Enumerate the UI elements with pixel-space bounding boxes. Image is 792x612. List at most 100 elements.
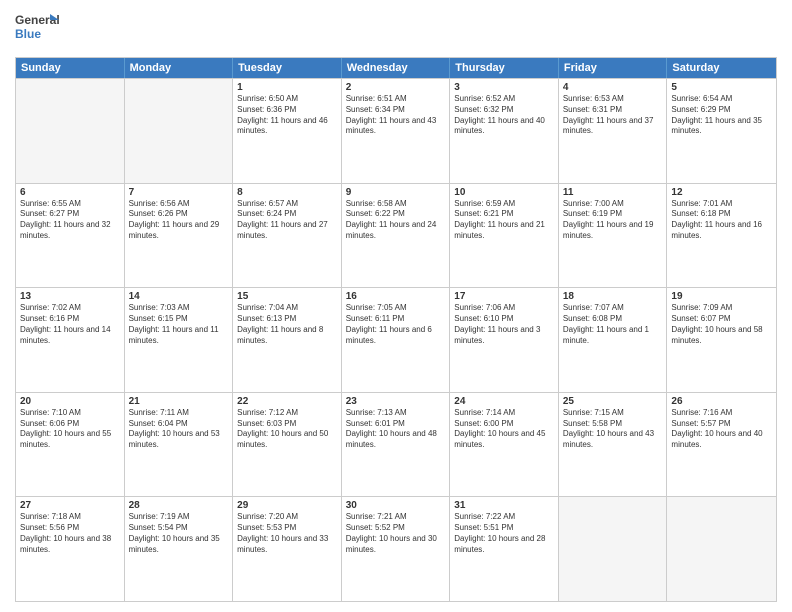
day-info: Sunrise: 7:16 AM Sunset: 5:57 PM Dayligh… [671, 408, 772, 451]
header-day-tuesday: Tuesday [233, 58, 342, 78]
day-number: 7 [129, 187, 229, 198]
header-day-monday: Monday [125, 58, 234, 78]
day-number: 1 [237, 82, 337, 93]
header-day-sunday: Sunday [16, 58, 125, 78]
day-info: Sunrise: 7:14 AM Sunset: 6:00 PM Dayligh… [454, 408, 554, 451]
day-cell-14: 14Sunrise: 7:03 AM Sunset: 6:15 PM Dayli… [125, 288, 234, 392]
day-number: 20 [20, 396, 120, 407]
day-info: Sunrise: 7:02 AM Sunset: 6:16 PM Dayligh… [20, 303, 120, 346]
day-cell-16: 16Sunrise: 7:05 AM Sunset: 6:11 PM Dayli… [342, 288, 451, 392]
day-cell-2: 2Sunrise: 6:51 AM Sunset: 6:34 PM Daylig… [342, 79, 451, 183]
page: General Blue SundayMondayTuesdayWednesda… [0, 0, 792, 612]
day-cell-1: 1Sunrise: 6:50 AM Sunset: 6:36 PM Daylig… [233, 79, 342, 183]
day-cell-6: 6Sunrise: 6:55 AM Sunset: 6:27 PM Daylig… [16, 184, 125, 288]
day-info: Sunrise: 7:22 AM Sunset: 5:51 PM Dayligh… [454, 512, 554, 555]
header-day-saturday: Saturday [667, 58, 776, 78]
day-cell-20: 20Sunrise: 7:10 AM Sunset: 6:06 PM Dayli… [16, 393, 125, 497]
empty-cell [16, 79, 125, 183]
day-cell-19: 19Sunrise: 7:09 AM Sunset: 6:07 PM Dayli… [667, 288, 776, 392]
day-info: Sunrise: 7:07 AM Sunset: 6:08 PM Dayligh… [563, 303, 663, 346]
day-number: 11 [563, 187, 663, 198]
calendar: SundayMondayTuesdayWednesdayThursdayFrid… [15, 57, 777, 602]
day-info: Sunrise: 7:03 AM Sunset: 6:15 PM Dayligh… [129, 303, 229, 346]
day-info: Sunrise: 6:50 AM Sunset: 6:36 PM Dayligh… [237, 94, 337, 137]
day-number: 2 [346, 82, 446, 93]
day-cell-4: 4Sunrise: 6:53 AM Sunset: 6:31 PM Daylig… [559, 79, 668, 183]
day-cell-22: 22Sunrise: 7:12 AM Sunset: 6:03 PM Dayli… [233, 393, 342, 497]
day-cell-27: 27Sunrise: 7:18 AM Sunset: 5:56 PM Dayli… [16, 497, 125, 601]
day-cell-29: 29Sunrise: 7:20 AM Sunset: 5:53 PM Dayli… [233, 497, 342, 601]
calendar-header: SundayMondayTuesdayWednesdayThursdayFrid… [16, 58, 776, 78]
day-cell-21: 21Sunrise: 7:11 AM Sunset: 6:04 PM Dayli… [125, 393, 234, 497]
day-number: 15 [237, 291, 337, 302]
day-info: Sunrise: 7:01 AM Sunset: 6:18 PM Dayligh… [671, 199, 772, 242]
day-info: Sunrise: 7:06 AM Sunset: 6:10 PM Dayligh… [454, 303, 554, 346]
day-cell-7: 7Sunrise: 6:56 AM Sunset: 6:26 PM Daylig… [125, 184, 234, 288]
day-info: Sunrise: 7:00 AM Sunset: 6:19 PM Dayligh… [563, 199, 663, 242]
day-cell-3: 3Sunrise: 6:52 AM Sunset: 6:32 PM Daylig… [450, 79, 559, 183]
calendar-row-4: 20Sunrise: 7:10 AM Sunset: 6:06 PM Dayli… [16, 392, 776, 497]
day-cell-9: 9Sunrise: 6:58 AM Sunset: 6:22 PM Daylig… [342, 184, 451, 288]
day-info: Sunrise: 7:20 AM Sunset: 5:53 PM Dayligh… [237, 512, 337, 555]
logo: General Blue [15, 10, 59, 51]
day-number: 30 [346, 500, 446, 511]
day-number: 26 [671, 396, 772, 407]
day-cell-17: 17Sunrise: 7:06 AM Sunset: 6:10 PM Dayli… [450, 288, 559, 392]
day-cell-25: 25Sunrise: 7:15 AM Sunset: 5:58 PM Dayli… [559, 393, 668, 497]
day-cell-18: 18Sunrise: 7:07 AM Sunset: 6:08 PM Dayli… [559, 288, 668, 392]
day-number: 17 [454, 291, 554, 302]
header-day-thursday: Thursday [450, 58, 559, 78]
day-info: Sunrise: 7:11 AM Sunset: 6:04 PM Dayligh… [129, 408, 229, 451]
day-info: Sunrise: 7:05 AM Sunset: 6:11 PM Dayligh… [346, 303, 446, 346]
svg-text:Blue: Blue [15, 27, 41, 41]
header-day-friday: Friday [559, 58, 668, 78]
day-cell-24: 24Sunrise: 7:14 AM Sunset: 6:00 PM Dayli… [450, 393, 559, 497]
day-number: 27 [20, 500, 120, 511]
logo-svg: General Blue [15, 10, 59, 46]
day-cell-13: 13Sunrise: 7:02 AM Sunset: 6:16 PM Dayli… [16, 288, 125, 392]
day-number: 31 [454, 500, 554, 511]
day-number: 24 [454, 396, 554, 407]
day-number: 22 [237, 396, 337, 407]
empty-cell [667, 497, 776, 601]
day-number: 6 [20, 187, 120, 198]
calendar-row-2: 6Sunrise: 6:55 AM Sunset: 6:27 PM Daylig… [16, 183, 776, 288]
header-day-wednesday: Wednesday [342, 58, 451, 78]
day-number: 25 [563, 396, 663, 407]
day-cell-26: 26Sunrise: 7:16 AM Sunset: 5:57 PM Dayli… [667, 393, 776, 497]
day-number: 28 [129, 500, 229, 511]
calendar-row-5: 27Sunrise: 7:18 AM Sunset: 5:56 PM Dayli… [16, 496, 776, 601]
day-info: Sunrise: 6:54 AM Sunset: 6:29 PM Dayligh… [671, 94, 772, 137]
day-cell-12: 12Sunrise: 7:01 AM Sunset: 6:18 PM Dayli… [667, 184, 776, 288]
day-info: Sunrise: 7:19 AM Sunset: 5:54 PM Dayligh… [129, 512, 229, 555]
day-number: 5 [671, 82, 772, 93]
day-cell-11: 11Sunrise: 7:00 AM Sunset: 6:19 PM Dayli… [559, 184, 668, 288]
day-info: Sunrise: 6:59 AM Sunset: 6:21 PM Dayligh… [454, 199, 554, 242]
calendar-body: 1Sunrise: 6:50 AM Sunset: 6:36 PM Daylig… [16, 78, 776, 601]
day-cell-5: 5Sunrise: 6:54 AM Sunset: 6:29 PM Daylig… [667, 79, 776, 183]
day-info: Sunrise: 7:04 AM Sunset: 6:13 PM Dayligh… [237, 303, 337, 346]
day-cell-31: 31Sunrise: 7:22 AM Sunset: 5:51 PM Dayli… [450, 497, 559, 601]
day-number: 3 [454, 82, 554, 93]
day-number: 4 [563, 82, 663, 93]
calendar-row-1: 1Sunrise: 6:50 AM Sunset: 6:36 PM Daylig… [16, 78, 776, 183]
day-info: Sunrise: 6:58 AM Sunset: 6:22 PM Dayligh… [346, 199, 446, 242]
day-info: Sunrise: 7:21 AM Sunset: 5:52 PM Dayligh… [346, 512, 446, 555]
day-cell-30: 30Sunrise: 7:21 AM Sunset: 5:52 PM Dayli… [342, 497, 451, 601]
day-number: 16 [346, 291, 446, 302]
day-info: Sunrise: 7:12 AM Sunset: 6:03 PM Dayligh… [237, 408, 337, 451]
day-info: Sunrise: 7:10 AM Sunset: 6:06 PM Dayligh… [20, 408, 120, 451]
day-number: 12 [671, 187, 772, 198]
calendar-row-3: 13Sunrise: 7:02 AM Sunset: 6:16 PM Dayli… [16, 287, 776, 392]
day-info: Sunrise: 7:13 AM Sunset: 6:01 PM Dayligh… [346, 408, 446, 451]
day-cell-23: 23Sunrise: 7:13 AM Sunset: 6:01 PM Dayli… [342, 393, 451, 497]
day-cell-15: 15Sunrise: 7:04 AM Sunset: 6:13 PM Dayli… [233, 288, 342, 392]
day-info: Sunrise: 7:15 AM Sunset: 5:58 PM Dayligh… [563, 408, 663, 451]
empty-cell [125, 79, 234, 183]
day-info: Sunrise: 6:52 AM Sunset: 6:32 PM Dayligh… [454, 94, 554, 137]
day-number: 19 [671, 291, 772, 302]
day-number: 21 [129, 396, 229, 407]
day-info: Sunrise: 7:09 AM Sunset: 6:07 PM Dayligh… [671, 303, 772, 346]
day-number: 9 [346, 187, 446, 198]
day-number: 23 [346, 396, 446, 407]
